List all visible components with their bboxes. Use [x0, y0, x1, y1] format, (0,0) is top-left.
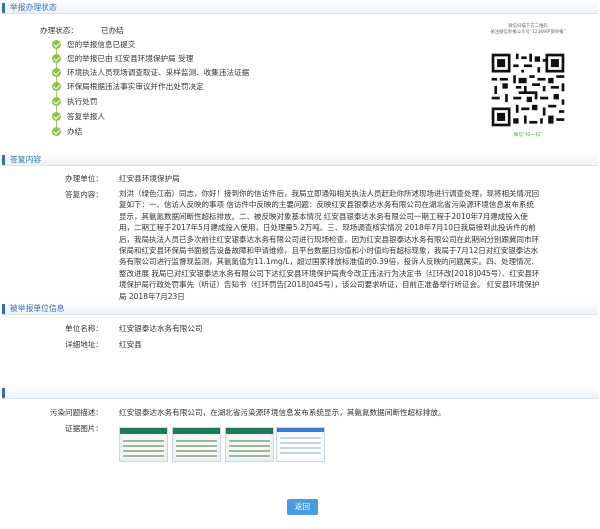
unit-name-value: 红安银泰达水务有限公司 — [119, 324, 203, 333]
check-icon — [52, 82, 61, 91]
check-icon — [52, 40, 61, 49]
section-title: 答复内容 — [10, 155, 42, 164]
step-text: 您的举报信息已提交 — [67, 40, 136, 49]
step-text: 办结 — [67, 127, 83, 136]
evidence-image-thumbnail[interactable] — [172, 427, 221, 462]
step-text: 答复举报人 — [67, 112, 105, 121]
section-header-bar — [2, 3, 5, 13]
check-icon — [52, 112, 61, 121]
unit-address-value: 红安县 — [119, 340, 142, 349]
unit-address-label: 详细地址： — [65, 340, 103, 349]
check-icon — [52, 68, 61, 77]
qr-instructions: 微信扫描下方二维码 关注微信举报公众号“12369环保举报” — [490, 24, 566, 35]
back-button[interactable]: 返回 — [287, 499, 318, 515]
step-text: 环境执法人员现场调查取证、采样监测、收集违法证据 — [67, 68, 250, 77]
handling-unit-label: 办理单位： — [65, 174, 103, 183]
check-icon — [52, 54, 61, 63]
step-text: 环保局根据违法事实审议并作出处罚决定 — [67, 82, 204, 91]
reply-content-label: 答复内容： — [65, 190, 103, 199]
status-value: 已办结 — [101, 26, 124, 35]
check-icon — [52, 97, 61, 106]
section-header-bar — [2, 388, 5, 398]
evidence-image-thumbnail[interactable] — [276, 427, 325, 462]
section-title: 举报办理状态 — [10, 3, 57, 12]
section-title: 被举报单位信息 — [10, 304, 65, 313]
step-text: 您的举报已由 红安县环境保护局 受理 — [67, 54, 194, 63]
qr-code-icon — [489, 51, 567, 129]
pollution-desc-value: 红安银泰达水务有限公司，在湖北省污染源环境信息发布系统显示，其氨氮数据间断性超标… — [119, 408, 446, 417]
step-text: 执行处罚 — [67, 97, 98, 106]
evidence-image-thumbnail[interactable] — [225, 427, 274, 462]
status-label: 办理状态： — [40, 26, 78, 35]
section-header-bar — [2, 304, 5, 314]
section-header-bar — [2, 155, 5, 165]
qr-caption: 微信“扫一扫” — [513, 133, 543, 138]
section-header-reported-unit: 被举报单位信息 — [2, 303, 598, 315]
reply-content-text: 刘洪（绿色江南）同志，你好！接到你的信访件后，我局立即通知相关执法人员赶赴你所述… — [119, 189, 540, 301]
pollution-desc-label: 污染问题描述： — [49, 408, 103, 417]
check-icon — [52, 127, 61, 136]
evidence-images-label: 证据图片： — [65, 424, 103, 433]
wechat-qr-panel: 微信扫描下方二维码 关注微信举报公众号“12369环保举报” 微信“扫一扫” — [478, 24, 578, 138]
evidence-image-thumbnail[interactable] — [119, 427, 168, 462]
section-header-report — [2, 387, 598, 399]
section-header-status: 举报办理状态 — [2, 2, 598, 14]
section-header-reply: 答复内容 — [2, 154, 598, 166]
unit-name-label: 单位名称： — [65, 324, 103, 333]
handling-unit-value: 红安县环境保护局 — [119, 174, 180, 183]
